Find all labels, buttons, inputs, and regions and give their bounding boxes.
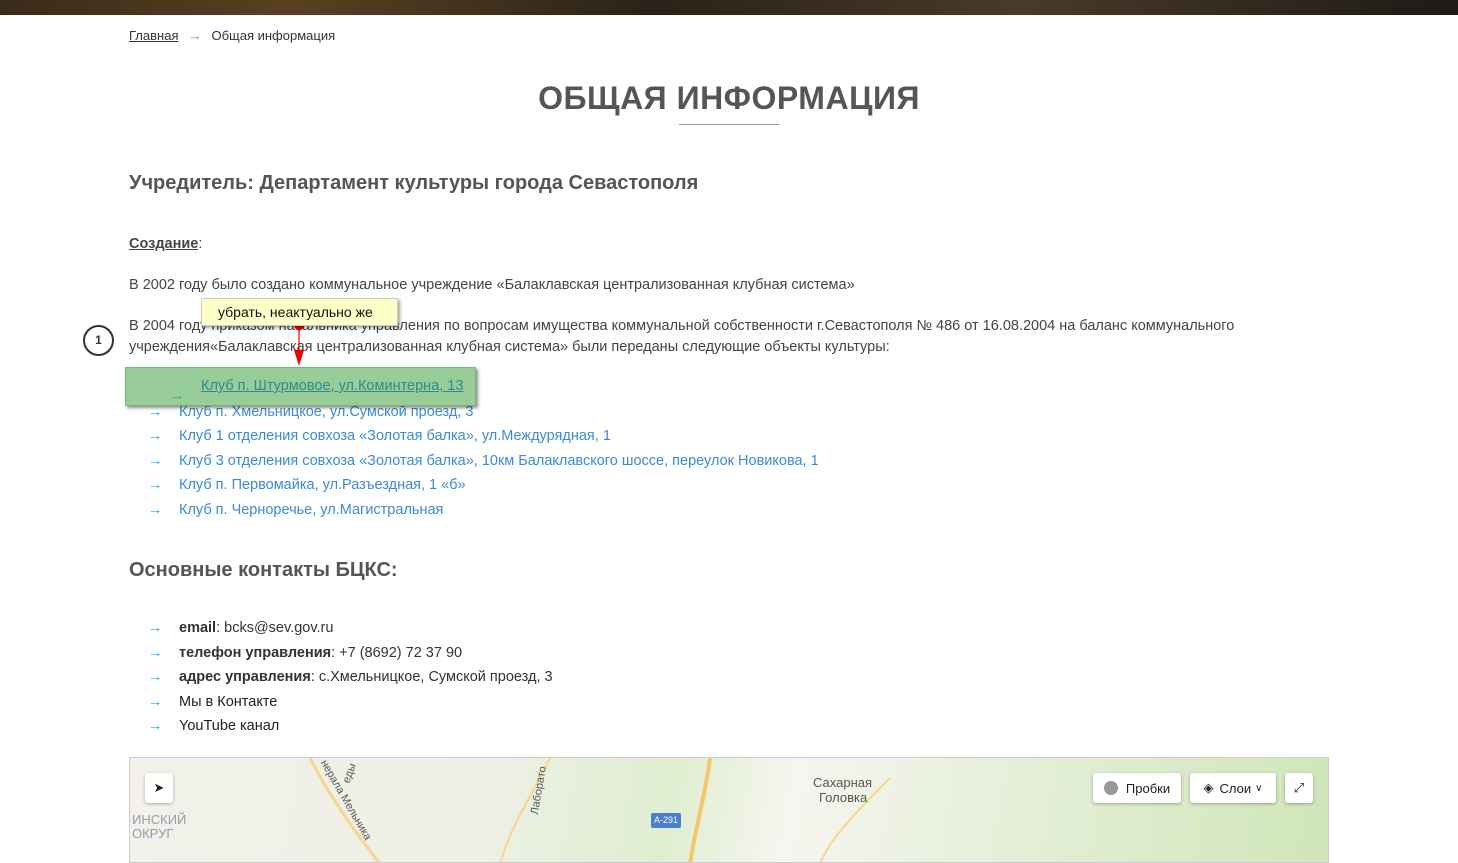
list-item: → Клуб 1 отделения совхоза «Золотая балка… — [148, 428, 611, 444]
chevron-down-icon: ∨ — [1255, 782, 1263, 794]
highlight-annotation: → Клуб п. Штурмовое, ул.Коминтерна, 13 — [125, 367, 476, 406]
creation-label: Создание: — [129, 236, 203, 252]
contacts-list: → email: bcks@sev.gov.ru → телефон управле… — [148, 616, 553, 739]
title-underline — [679, 124, 779, 125]
contacts-heading: Основные контакты БЦКС: — [129, 559, 398, 581]
breadcrumb: Главная → Общая информация — [129, 28, 335, 43]
road-badge: А-291 — [651, 813, 682, 828]
page-title: ОБЩАЯ ИНФОРМАЦИЯ — [538, 80, 920, 116]
breadcrumb-home[interactable]: Главная — [129, 28, 178, 43]
map-label: ИНСКИЙ — [132, 812, 187, 827]
list-item: → Клуб 3 отделения совхоза «Золотая балка… — [148, 452, 819, 469]
annotation-note: убрать, неактуально же — [201, 298, 398, 326]
traffic-button[interactable]: Пробки — [1093, 773, 1181, 803]
location-arrow-icon: ➤ — [153, 780, 165, 795]
list-item: → Клуб п. Первомайка, ул.Разъездная, 1 «б… — [148, 477, 466, 493]
contact-address: → адрес управления: с.Хмельницкое, Сумско… — [148, 669, 553, 685]
contact-email: → email: bcks@sev.gov.ru — [148, 620, 334, 636]
list-item: → Мы в Контакте — [148, 693, 278, 710]
object-link[interactable]: Клуб п. Черноречье, ул.Магистральная — [179, 502, 443, 518]
layers-icon: ◈ — [1203, 780, 1214, 795]
list-item: → Клуб п. Черноречье, ул.Магистральная — [148, 501, 444, 518]
header-banner — [0, 0, 1458, 15]
layers-button[interactable]: ◈ Слои ∨ — [1190, 773, 1276, 803]
object-link[interactable]: Клуб 3 отделения совхоза «Золотая балка»… — [179, 453, 819, 469]
breadcrumb-current: Общая информация — [211, 28, 336, 43]
map[interactable]: Сахарная Головка ИНСКИЙ ОКРУГ Лаборато н… — [129, 757, 1329, 863]
object-link[interactable]: Клуб п. Первомайка, ул.Разъездная, 1 «б» — [179, 477, 466, 493]
founder-heading: Учредитель: Департамент культуры города … — [129, 172, 699, 194]
map-label: ОКРУГ — [132, 826, 174, 841]
map-label: Сахарная — [813, 775, 873, 790]
youtube-link[interactable]: YouTube канал — [179, 718, 279, 734]
contact-phone: → телефон управления: +7 (8692) 72 37 90 — [148, 644, 463, 661]
creation-paragraph-1: В 2002 году было создано коммунальное уч… — [129, 277, 855, 293]
breadcrumb-separator: → — [188, 28, 202, 43]
geolocation-button[interactable]: ➤ — [145, 773, 173, 803]
map-label: Головка — [819, 790, 868, 805]
traffic-icon — [1103, 781, 1118, 795]
list-item: → YouTube канал — [148, 718, 280, 734]
vk-link[interactable]: Мы в Контакте — [179, 694, 277, 710]
fullscreen-button[interactable]: ⤢ — [1285, 773, 1313, 803]
object-link[interactable]: Клуб 1 отделения совхоза «Золотая балка»… — [179, 428, 611, 444]
annotation-number: 1 — [83, 325, 114, 356]
expand-icon: ⤢ — [1293, 780, 1305, 795]
highlighted-object-link[interactable]: Клуб п. Штурмовое, ул.Коминтерна, 13 — [201, 378, 463, 394]
